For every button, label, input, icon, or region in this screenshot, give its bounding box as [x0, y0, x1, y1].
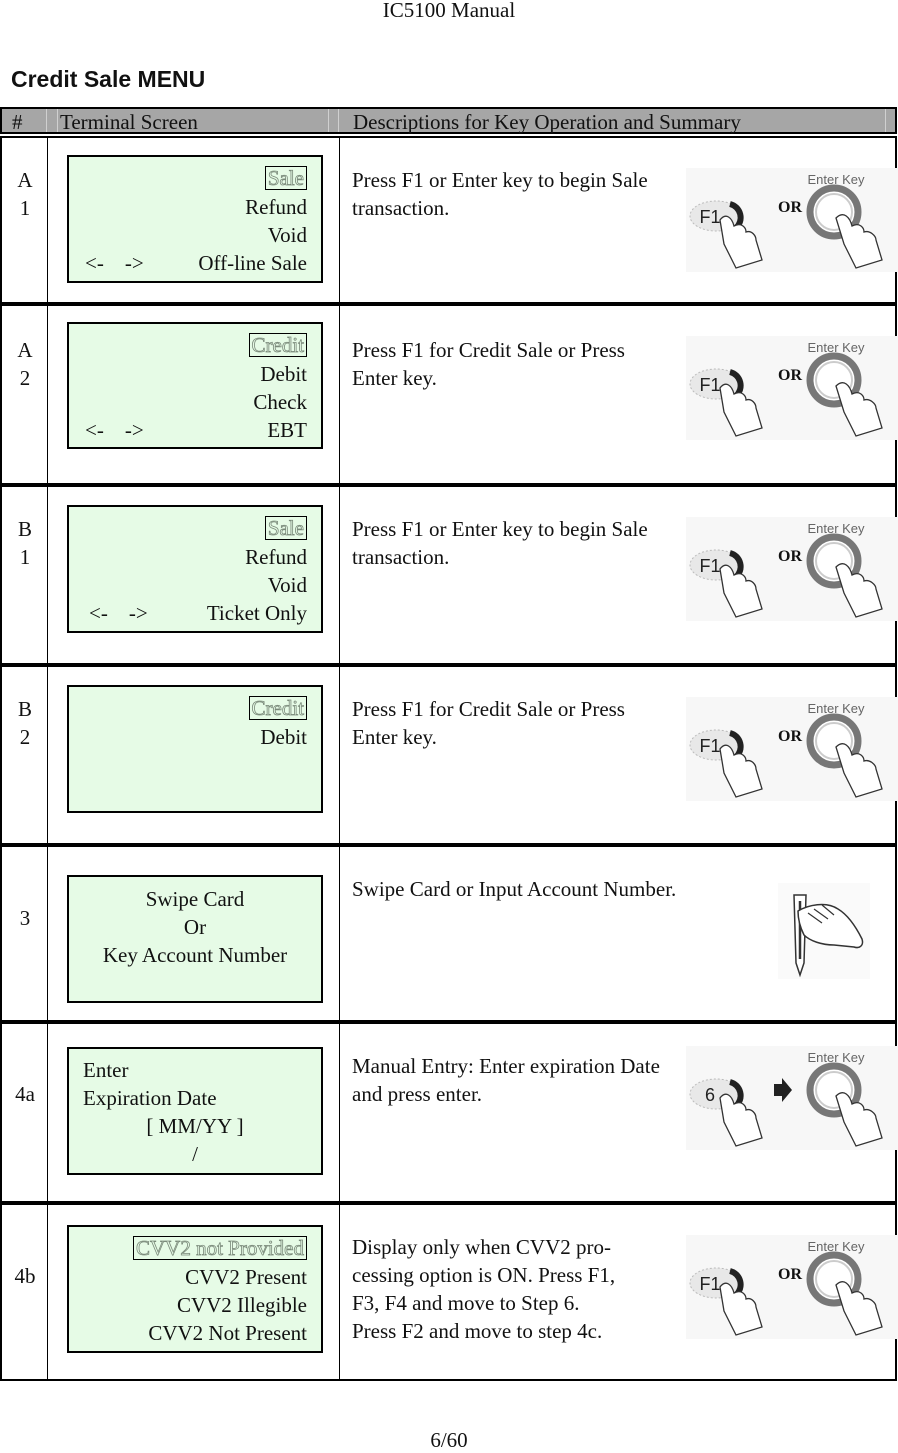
menu-item: Check	[253, 390, 307, 414]
screen-text: Key Account Number	[102, 943, 288, 967]
svg-text:F1: F1	[699, 207, 720, 227]
menu-item: Refund	[245, 195, 307, 219]
table-row: 4a Enter Expiration Date [ MM/YY ] / Man…	[0, 1022, 898, 1203]
section-title: Credit Sale MENU	[11, 66, 206, 92]
step-description: Display only when CVV2 pro- cessing opti…	[352, 1235, 616, 1343]
table-row: 3 Swipe Card Or Key Account Number Swipe…	[0, 845, 897, 1022]
screen-text: Enter	[83, 1058, 129, 1082]
step-description: Press F1 for Credit Sale or Press Enter …	[352, 697, 625, 749]
header-divider	[885, 109, 886, 132]
highlighted-menu-item: Credit	[248, 333, 307, 357]
svg-text:6: 6	[705, 1085, 715, 1105]
highlighted-menu-item: Credit	[248, 696, 307, 720]
svg-text:F1: F1	[699, 736, 720, 756]
screen-text: Expiration Date	[83, 1086, 217, 1110]
step-description: Press F1 or Enter key to begin Sale tran…	[352, 168, 648, 220]
step-id: 4b	[14, 1264, 36, 1288]
highlighted-menu-item: CVV2 not Provided	[133, 1236, 307, 1260]
menu-item: CVV2 Illegible	[176, 1293, 307, 1317]
menu-item: EBT	[267, 418, 307, 442]
screen-text: Swipe Card	[145, 887, 245, 911]
step-id: B1	[17, 517, 32, 569]
terminal-screen: Sale Refund Void <- -> Ticket Only	[67, 505, 323, 633]
f1-or-enter-key-illustration: Enter Key F1 OR	[686, 517, 898, 626]
table-row: A2 Credit Debit Check <- -> EBT Press F1 …	[0, 304, 898, 485]
table-row: A1 Sale Refund Void <- -> Off-line Sale P…	[0, 136, 898, 304]
menu-item: CVV2 Not Present	[148, 1321, 307, 1345]
terminal-screen: Enter Expiration Date [ MM/YY ] /	[67, 1047, 323, 1175]
table-row: 4b CVV2 not Provided CVV2 Present CVV2 I…	[0, 1203, 898, 1381]
header-divider	[328, 109, 329, 132]
step-description: Press F1 or Enter key to begin Sale tran…	[352, 517, 648, 569]
header-divider	[57, 109, 58, 132]
card-swipe-illustration	[778, 883, 870, 984]
f1-or-enter-key-illustration: Enter Key F1 OR	[686, 1235, 898, 1344]
header-divider	[338, 109, 339, 132]
or-label: OR	[778, 367, 802, 384]
six-then-enter-key-illustration: Enter Key 6	[686, 1046, 898, 1155]
date-input-field: /	[192, 1142, 198, 1166]
nav-arrows: <- ->	[85, 251, 144, 275]
terminal-screen: Credit Debit	[67, 685, 323, 813]
table-row: B2 Credit Debit Press F1 for Credit Sale…	[0, 665, 898, 845]
terminal-screen: Sale Refund Void <- -> Off-line Sale	[67, 155, 323, 283]
highlighted-menu-item: Sale	[264, 166, 307, 190]
nav-arrows: <- ->	[89, 601, 148, 625]
menu-item: Off-line Sale	[198, 251, 307, 275]
f1-or-enter-key-illustration: Enter Key F1 OR	[686, 697, 898, 806]
menu-item: Debit	[260, 725, 307, 749]
step-description: Swipe Card or Input Account Number.	[352, 877, 677, 901]
menu-item: Debit	[260, 362, 307, 386]
svg-text:F1: F1	[699, 1274, 720, 1294]
table-row: B1 Sale Refund Void <- -> Ticket Only Pre…	[0, 485, 898, 665]
or-label: OR	[778, 548, 802, 565]
terminal-screen: Swipe Card Or Key Account Number	[67, 875, 323, 1003]
step-description: Manual Entry: Enter expiration Date and …	[352, 1054, 660, 1106]
date-format-hint: [ MM/YY ]	[146, 1114, 244, 1138]
header-divider	[46, 109, 47, 132]
menu-item: Refund	[245, 545, 307, 569]
step-id: 4a	[15, 1082, 35, 1106]
terminal-screen: CVV2 not Provided CVV2 Present CVV2 Ille…	[67, 1225, 323, 1353]
or-label: OR	[778, 1266, 802, 1283]
step-id: 3	[19, 906, 31, 930]
svg-text:F1: F1	[699, 556, 720, 576]
screen-text: Or	[183, 915, 207, 939]
or-label: OR	[778, 199, 802, 216]
column-header-terminal-screen: Terminal Screen	[60, 110, 198, 134]
column-header-number: #	[12, 110, 23, 134]
running-header: IC5100 Manual	[382, 0, 516, 22]
menu-item: Ticket Only	[206, 601, 307, 625]
page-number: 6/60	[430, 1428, 468, 1452]
nav-arrows: <- ->	[85, 418, 144, 442]
highlighted-menu-item: Sale	[264, 516, 307, 540]
table-header: # Terminal Screen Descriptions for Key O…	[0, 107, 897, 134]
terminal-screen: Credit Debit Check <- -> EBT	[67, 322, 323, 449]
step-id: A1	[17, 168, 33, 220]
step-id: A2	[17, 338, 33, 390]
f1-or-enter-key-illustration: Enter Key F1 OR	[686, 336, 898, 445]
f1-or-enter-key-illustration: Enter Key F1 OR	[686, 168, 898, 277]
column-header-description: Descriptions for Key Operation and Summa…	[353, 110, 741, 134]
step-id: B2	[17, 697, 32, 749]
step-description: Press F1 for Credit Sale or Press Enter …	[352, 338, 625, 390]
menu-item: Void	[267, 573, 307, 597]
menu-item: CVV2 Present	[185, 1265, 307, 1289]
menu-item: Void	[267, 223, 307, 247]
svg-text:F1: F1	[699, 375, 720, 395]
or-label: OR	[778, 728, 802, 745]
